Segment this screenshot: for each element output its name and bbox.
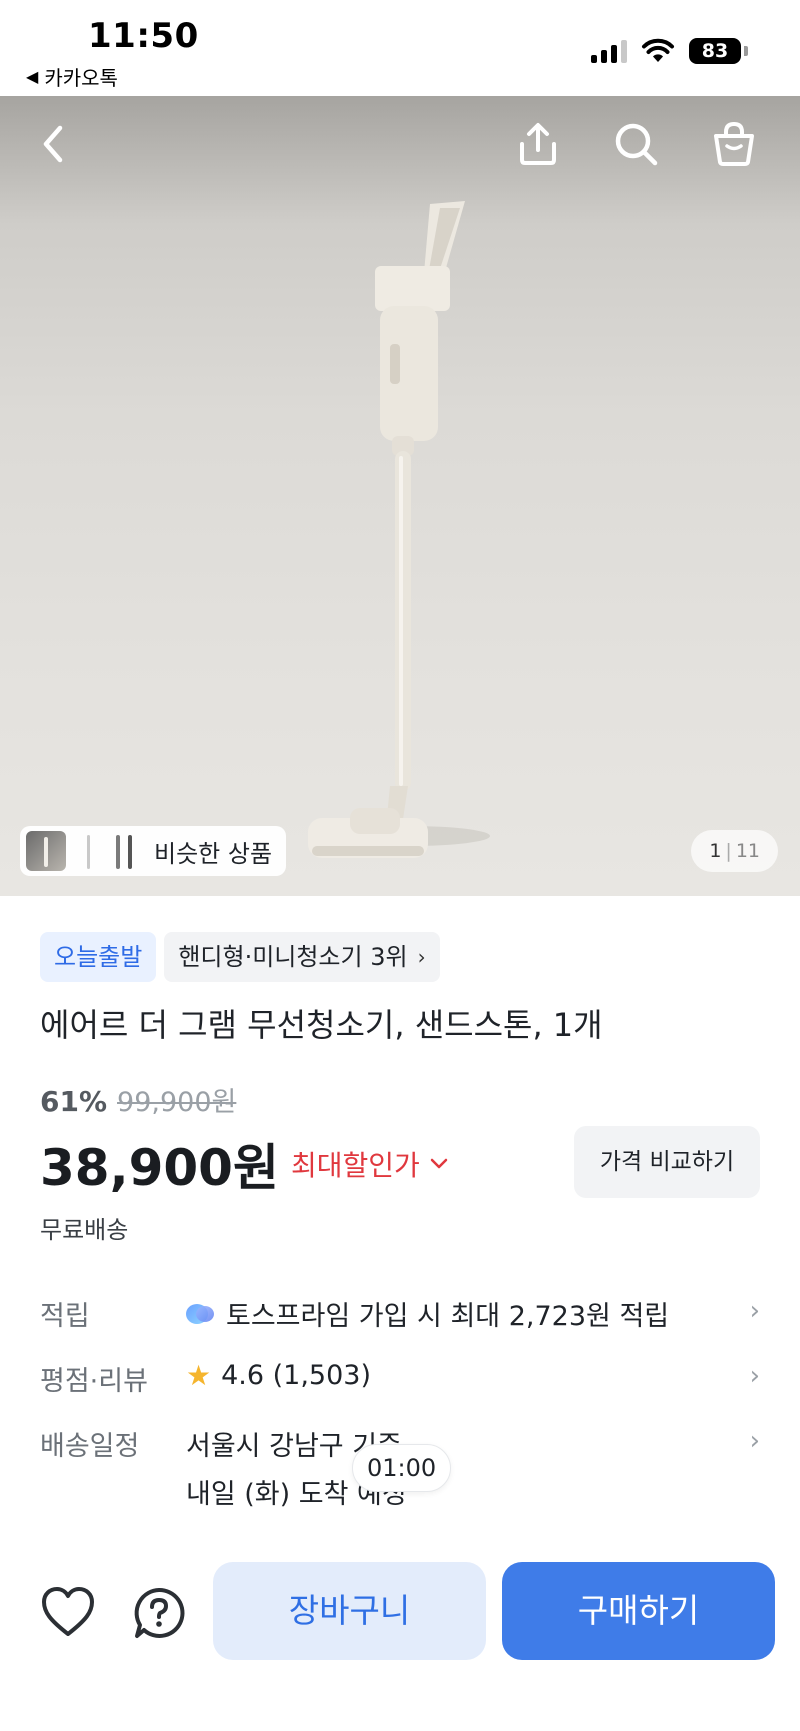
today-shipping-badge: 오늘출발 xyxy=(40,932,157,982)
points-label: 적립 xyxy=(40,1301,90,1332)
share-icon[interactable] xyxy=(514,120,562,168)
wifi-icon xyxy=(642,38,674,62)
status-indicators: 83 xyxy=(591,38,748,64)
delivery-label: 배송일정 xyxy=(40,1431,140,1462)
similar-thumbnail xyxy=(74,831,104,871)
discount-row: 61% 99,900원 xyxy=(40,1080,236,1119)
rating-text: 4.6 (1,503) xyxy=(221,1360,371,1391)
rating-label: 평점·리뷰 xyxy=(40,1366,148,1397)
rating-value: ★ 4.6 (1,503) xyxy=(186,1359,371,1392)
toss-prime-icon xyxy=(186,1302,216,1326)
back-icon[interactable] xyxy=(30,120,78,168)
product-badges: 오늘출발 핸디형·미니청소기 3위 › xyxy=(40,932,440,982)
original-price: 99,900원 xyxy=(117,1087,237,1118)
vacuum-product-image xyxy=(308,201,490,858)
rating-row[interactable]: 평점·리뷰 ★ 4.6 (1,503) › xyxy=(40,1359,760,1399)
similar-thumbnail xyxy=(26,831,66,871)
similar-products-label: 비슷한 상품 xyxy=(154,839,273,868)
chevron-right-icon: › xyxy=(749,1361,760,1391)
price-compare-button[interactable]: 가격 비교하기 xyxy=(574,1126,760,1198)
max-discount-label: 최대할인가 xyxy=(290,1149,420,1182)
add-to-cart-button[interactable]: 장바구니 xyxy=(213,1562,486,1660)
page-total: 11 xyxy=(735,840,760,862)
similar-thumbnail xyxy=(112,831,142,871)
help-question-icon[interactable] xyxy=(132,1586,186,1640)
points-row[interactable]: 적립 토스프라임 가입 시 최대 2,723원 적립 › xyxy=(40,1294,760,1334)
chevron-down-icon xyxy=(430,1158,448,1169)
product-title: 에어르 더 그램 무선청소기, 샌드스톤, 1개 xyxy=(40,1006,603,1044)
shopping-bag-icon[interactable] xyxy=(710,120,758,168)
discount-rate: 61% xyxy=(40,1085,108,1118)
sale-price: 38,900원 xyxy=(40,1139,279,1197)
battery-icon: 83 xyxy=(689,38,748,64)
back-to-app-link[interactable]: ◀ 카카오톡 xyxy=(26,62,118,91)
image-page-indicator: 1 | 11 xyxy=(691,830,778,872)
max-discount-dropdown[interactable]: 최대할인가 xyxy=(291,1144,448,1184)
chevron-right-icon: › xyxy=(749,1426,760,1456)
battery-level: 83 xyxy=(689,38,741,64)
countdown-timer: 01:00 xyxy=(352,1444,452,1492)
category-ranking-link[interactable]: 핸디형·미니청소기 3위 › xyxy=(164,932,440,982)
wishlist-heart-icon[interactable] xyxy=(40,1586,96,1638)
chevron-right-icon: › xyxy=(417,945,426,969)
cellular-signal-icon xyxy=(591,39,627,63)
points-value: 토스프라임 가입 시 최대 2,723원 적립 xyxy=(186,1294,669,1333)
buy-now-button[interactable]: 구매하기 xyxy=(502,1562,775,1660)
back-app-label: 카카오톡 xyxy=(44,66,118,90)
price-row: 38,900원 최대할인가 xyxy=(40,1128,448,1200)
similar-products-button[interactable]: 비슷한 상품 xyxy=(20,826,287,876)
search-icon[interactable] xyxy=(612,120,660,168)
shipping-info: 무료배송 xyxy=(40,1216,129,1244)
page-current: 1 xyxy=(709,840,722,862)
product-image-carousel[interactable]: 비슷한 상품 1 | 11 xyxy=(0,96,800,896)
star-icon: ★ xyxy=(186,1359,212,1392)
chevron-right-icon: › xyxy=(749,1296,760,1326)
ranking-label: 핸디형·미니청소기 3위 xyxy=(178,943,408,971)
status-time: 11:50 xyxy=(88,16,199,56)
back-triangle-icon: ◀ xyxy=(26,67,39,86)
status-bar: 11:50 ◀ 카카오톡 83 xyxy=(0,0,800,96)
points-text: 토스프라임 가입 시 최대 2,723원 적립 xyxy=(226,1301,670,1332)
